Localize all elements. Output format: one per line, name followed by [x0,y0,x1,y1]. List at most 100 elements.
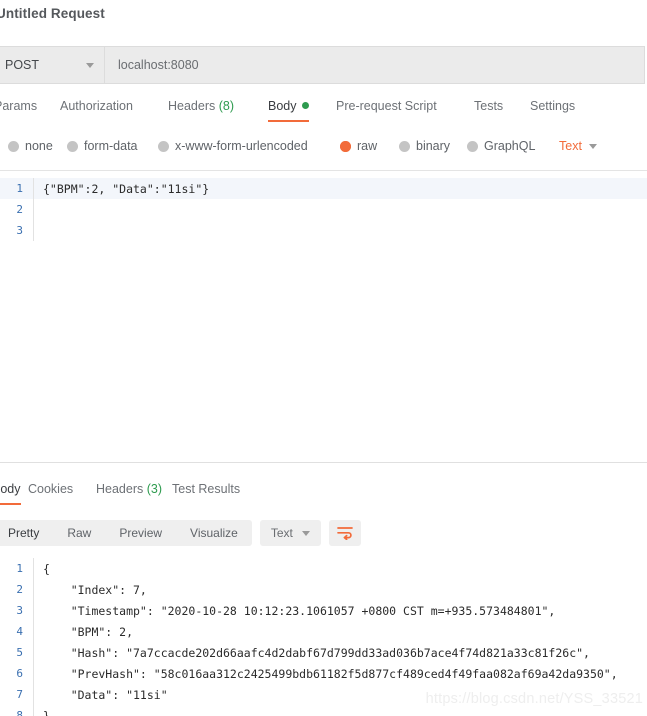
line-number: 3 [16,604,23,617]
response-format-label: Text [270,526,293,540]
body-type-raw[interactable]: raw [340,139,377,153]
editor-line: 3 "Timestamp": "2020-10-28 10:12:23.1061… [0,600,647,621]
line-number: 1 [16,182,23,195]
editor-line: 1 {"BPM":2, "Data":"11si"} [0,178,647,199]
radio-unselected-icon [467,140,478,152]
tab-label: Cookies [28,482,74,496]
body-type-x-www-form-urlencoded[interactable]: x-www-form-urlencoded [158,139,308,153]
editor-line-text[interactable]: "BPM": 2, [34,625,133,639]
request-tab-body[interactable]: Body [268,99,309,122]
gutter-divider [33,220,34,241]
request-tab-pre-request-script[interactable]: Pre-request Script [336,99,437,122]
tab-label: Headers [96,482,144,496]
tab-label: Body [0,482,21,496]
request-editor-top-rule [0,170,647,171]
tab-label: Tests [474,99,504,113]
line-number: 7 [16,688,23,701]
url-input[interactable] [105,47,644,83]
request-tab-params[interactable]: Params [0,99,37,122]
tab-count: (3) [143,482,162,496]
body-type-label: x-www-form-urlencoded [175,139,308,153]
response-tab-cookies[interactable]: Cookies [28,482,73,505]
radio-unselected-icon [67,140,78,152]
body-type-form-data[interactable]: form-data [67,139,138,153]
watermark: https://blog.csdn.net/YSS_33521 [425,691,643,707]
line-number: 8 [16,709,23,716]
body-type-label: binary [416,139,451,153]
editor-line-text[interactable]: { [34,562,50,576]
editor-line-text[interactable]: "PrevHash": "58c016aa312c2425499bdb61182… [34,667,618,681]
editor-line: 3 [0,220,647,241]
editor-line: 2 "Index": 7, [0,579,647,600]
line-number: 3 [16,224,23,237]
tab-label: Headers [168,99,216,113]
body-present-indicator-icon [301,102,309,109]
response-view-visualize[interactable]: Visualize [176,526,252,540]
line-number: 2 [16,583,23,596]
editor-line-text[interactable]: "Data": "11si" [34,688,168,702]
body-type-label: form-data [84,139,138,153]
request-tab-headers[interactable]: Headers (8) [168,99,234,122]
response-view-raw[interactable]: Raw [53,526,105,540]
radio-selected-icon [340,140,351,152]
wrap-text-button[interactable] [328,520,361,546]
wrap-text-icon [337,527,353,540]
gutter-divider [33,199,34,220]
line-number: 1 [16,562,23,575]
editor-line-text[interactable]: "Index": 7, [34,583,147,597]
editor-line-text[interactable]: {"BPM":2, "Data":"11si"} [34,182,209,196]
body-type-graphql[interactable]: GraphQL [467,139,535,153]
editor-line: 1{ [0,558,647,579]
editor-line-text[interactable]: } [34,709,50,716]
chevron-down-icon [588,143,597,149]
tab-label: Settings [530,99,576,113]
raw-format-label: Text [559,139,582,153]
body-type-label: GraphQL [484,139,536,153]
body-type-binary[interactable]: binary [399,139,450,153]
body-type-label: raw [357,139,378,153]
line-number: 6 [16,667,23,680]
editor-line: 2 [0,199,647,220]
tab-label: Authorization [60,99,133,113]
tab-label: Body [268,99,297,113]
response-tab-body[interactable]: Body [0,482,21,505]
body-type-label: none [25,139,53,153]
url-bar: POST [0,46,645,84]
editor-line: 5 "Hash": "7a7ccacde202d66aafc4d2dabf67d… [0,642,647,663]
editor-line-text[interactable]: "Timestamp": "2020-10-28 10:12:23.106105… [34,604,556,618]
editor-line: 6 "PrevHash": "58c016aa312c2425499bdb611… [0,663,647,684]
method-label: POST [5,58,40,72]
line-number: 2 [16,203,23,216]
body-type-none[interactable]: none [8,139,53,153]
response-format-selector[interactable]: Text [259,520,321,546]
response-tab-test-results[interactable]: Test Results [172,482,240,505]
response-tab-bar: Body Cookies Headers (3) Test Results [0,482,647,510]
radio-unselected-icon [158,140,169,152]
response-view-preview[interactable]: Preview [105,526,176,540]
response-tab-headers[interactable]: Headers (3) [96,482,162,505]
editor-line-text[interactable]: "Hash": "7a7ccacde202d66aafc4d2dabf67d79… [34,646,590,660]
method-selector[interactable]: POST [0,47,105,83]
request-tab-settings[interactable]: Settings [530,99,575,122]
response-toolbar: Pretty Raw Preview Visualize Text [0,520,361,546]
tab-label: Pre-request Script [336,99,437,113]
line-number: 5 [16,646,23,659]
tab-label: Test Results [172,482,241,496]
response-view-modes: Pretty Raw Preview Visualize [0,520,252,546]
tab-label: Params [0,99,38,113]
request-title: Untitled Request [0,6,105,21]
request-tab-bar: Params Authorization Headers (8) Body Pre-re… [0,99,647,129]
pane-divider[interactable] [0,462,647,463]
request-tab-authorization[interactable]: Authorization [60,99,133,122]
radio-unselected-icon [399,140,410,152]
response-view-pretty[interactable]: Pretty [0,526,53,540]
postman-window: Untitled Request POST Params Authorizatio… [0,0,647,716]
tab-count: (8) [215,99,234,113]
request-tab-tests[interactable]: Tests [474,99,503,122]
radio-unselected-icon [8,140,19,152]
line-number: 4 [16,625,23,638]
raw-format-selector[interactable]: Text [559,139,597,153]
chevron-down-icon [301,530,310,536]
request-body-editor[interactable]: 1 {"BPM":2, "Data":"11si"} 2 3 [0,178,647,241]
chevron-down-icon [86,62,94,68]
